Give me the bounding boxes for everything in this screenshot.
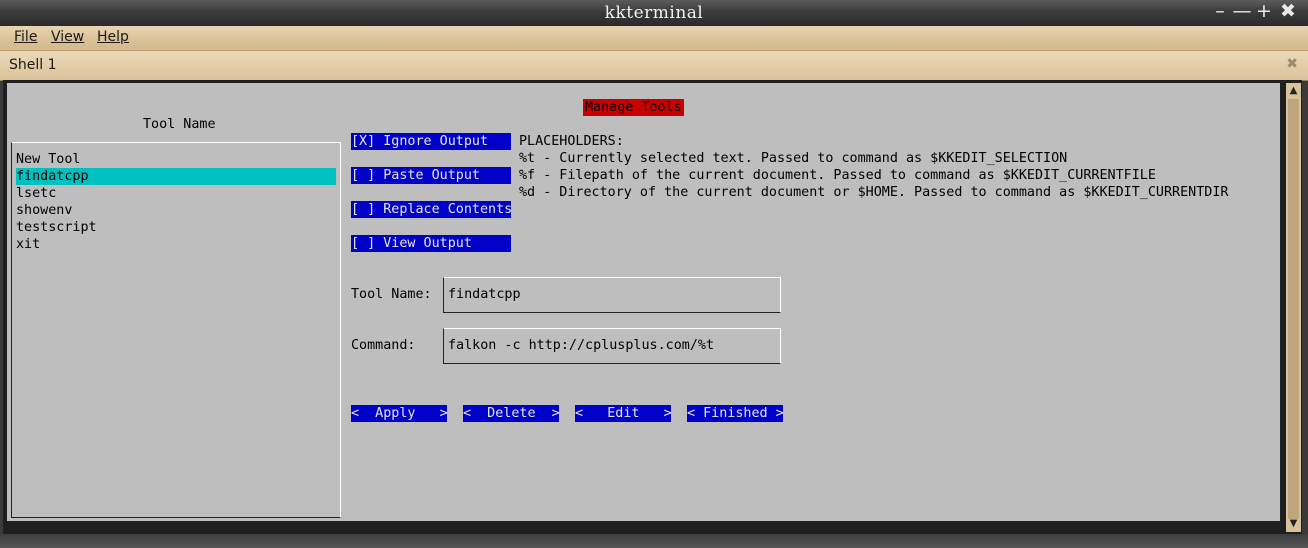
command-label: Command:	[351, 338, 416, 353]
placeholder-line: %t - Currently selected text. Passed to …	[519, 151, 1068, 166]
paste-output-checkbox[interactable]: [ ] Paste Output	[351, 167, 511, 184]
finished-button[interactable]: < Finished >	[687, 405, 784, 422]
window-bottom-border	[0, 534, 1308, 548]
command-value: falkon -c http://cplusplus.com/%t	[448, 338, 715, 353]
menu-help-label: Help	[97, 29, 129, 45]
minimize-icon[interactable]: —	[1232, 2, 1252, 22]
list-item-selected[interactable]: findatcpp	[16, 168, 336, 185]
tool-name-input[interactable]: findatcpp	[443, 277, 781, 313]
tab-shell-1[interactable]: Shell 1	[9, 57, 57, 73]
delete-button[interactable]: < Delete >	[463, 405, 560, 422]
menu-view-label: View	[51, 29, 85, 45]
menubar: File View Help	[0, 26, 1308, 51]
terminal-scrollbar[interactable]: ▲ ▼	[1286, 83, 1301, 532]
tool-list-heading: Tool Name	[143, 117, 216, 132]
ignore-output-checkbox[interactable]: [X] Ignore Output	[351, 133, 511, 150]
tool-name-label: Tool Name:	[351, 287, 432, 302]
placeholder-line: %d - Directory of the current document o…	[519, 185, 1229, 200]
list-item[interactable]: testscript	[16, 219, 336, 236]
scrollbar-thumb[interactable]	[1288, 99, 1299, 519]
list-item[interactable]: showenv	[16, 202, 336, 219]
tab-bar: Shell 1 ✖	[0, 51, 1308, 81]
replace-contents-checkbox[interactable]: [ ] Replace Contents	[351, 201, 512, 218]
list-item[interactable]: lsetc	[16, 185, 336, 202]
list-item[interactable]: New Tool	[16, 151, 336, 168]
view-output-checkbox[interactable]: [ ] View Output	[351, 235, 511, 252]
shade-icon[interactable]: –	[1210, 2, 1230, 22]
dialog-title: Manage Tools	[583, 99, 684, 116]
window-titlebar: kkterminal – — + ✖	[0, 0, 1308, 26]
placeholders-heading: PLACEHOLDERS:	[519, 134, 624, 149]
command-input[interactable]: falkon -c http://cplusplus.com/%t	[443, 328, 781, 364]
apply-button[interactable]: < Apply >	[351, 405, 448, 422]
close-icon[interactable]: ✖	[1278, 2, 1298, 22]
placeholder-line: %f - Filepath of the current document. P…	[519, 168, 1156, 183]
menu-help[interactable]: Help	[97, 29, 129, 45]
tool-list[interactable]: New Tool findatcpp lsetc showenv testscr…	[11, 142, 341, 518]
edit-button[interactable]: < Edit >	[575, 405, 672, 422]
menu-file-label: File	[14, 29, 38, 45]
window-title: kkterminal	[604, 3, 704, 23]
menu-view[interactable]: View	[51, 29, 84, 45]
scroll-up-icon[interactable]: ▲	[1287, 84, 1300, 98]
scroll-down-icon[interactable]: ▼	[1287, 517, 1300, 531]
maximize-icon[interactable]: +	[1254, 2, 1274, 22]
list-item[interactable]: xit	[16, 236, 336, 253]
tool-name-value: findatcpp	[448, 287, 521, 302]
tab-close-icon[interactable]: ✖	[1286, 56, 1298, 72]
menu-file[interactable]: File	[14, 29, 37, 45]
terminal-screen[interactable]: Manage Tools Tool Name New Tool findatcp…	[7, 83, 1280, 521]
